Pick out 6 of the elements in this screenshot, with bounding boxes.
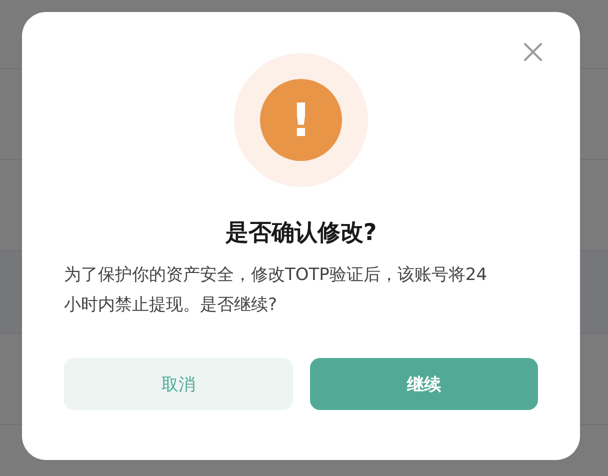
continue-button[interactable]: 继续 — [310, 358, 538, 410]
close-icon[interactable] — [523, 42, 543, 62]
cancel-button[interactable]: 取消 — [64, 358, 292, 410]
dialog-message: 为了保护你的资产安全，修改TOTP验证后，该账号将24小时内禁止提现。是否继续? — [64, 264, 488, 317]
dialog-title: 是否确认修改? — [225, 219, 377, 248]
warning-icon: ! — [234, 53, 368, 187]
